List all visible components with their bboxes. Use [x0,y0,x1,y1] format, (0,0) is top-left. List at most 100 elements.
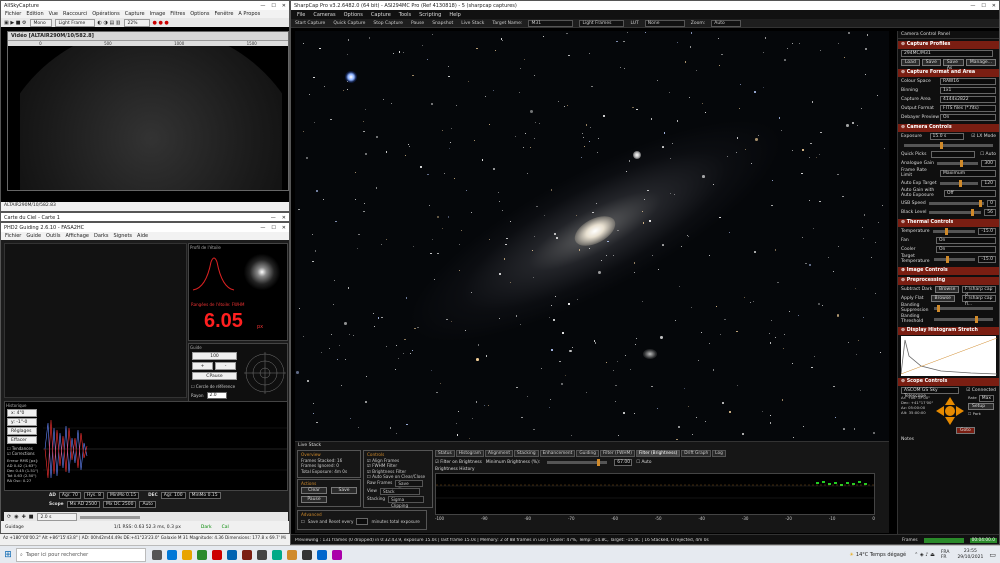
target-temp-slider[interactable] [934,256,976,263]
gain-slider[interactable] [936,160,979,167]
auto-exp-thumb[interactable] [959,180,962,187]
flat-file[interactable]: F:\sharp cap fl... [961,295,996,307]
menu-item[interactable]: Vue [49,11,58,17]
cdc-titlebar[interactable]: Carte du Ciel - Carte 1 — ✕ [1,213,289,221]
menu-item[interactable]: Options [344,12,363,18]
target-temp-thumb[interactable] [946,256,950,263]
loop-icon[interactable]: ⟳ [7,514,11,520]
menu-item[interactable]: Fenêtre [214,11,233,17]
taskbar-app-icon[interactable] [212,549,222,560]
temperature-slider[interactable] [932,228,976,235]
close-icon[interactable]: ✕ [282,3,286,9]
minimize-icon[interactable]: — [970,3,975,9]
menu-item[interactable]: Signets [113,233,132,239]
ls-tab[interactable]: Status [435,450,455,457]
black-input[interactable]: 56 [984,209,996,216]
toolbar-button[interactable]: Pause [411,21,424,26]
menu-item[interactable]: Aide [137,233,148,239]
min-brightness-input[interactable]: 67.00 [614,459,633,466]
park-checkbox[interactable]: ☐ Park [968,411,994,416]
taskbar-app-icon[interactable] [302,549,312,560]
guide-icon[interactable]: ✚ [22,514,26,520]
ls-save-button[interactable]: Save [331,487,357,494]
menu-item[interactable]: Raccourci [63,11,87,17]
image-controls-section[interactable]: ⊕ Image Controls [898,267,999,275]
auto-exp-input[interactable]: 120 [981,180,996,187]
gain-slider[interactable] [79,515,140,519]
menu-item[interactable]: File [297,12,305,18]
graph-settings-button[interactable]: Réglages [7,427,37,435]
usb-thumb[interactable] [978,200,982,207]
taskbar-app-icon[interactable] [287,549,297,560]
toolbar-button[interactable]: Stop Capture [373,21,403,26]
maximize-icon[interactable]: ☐ [271,3,275,9]
fan-select[interactable]: On [936,237,996,244]
ad-aggr[interactable]: Agr. 70 [58,492,81,499]
taskbar-app-icon[interactable] [317,549,327,560]
ls-clear-button[interactable]: Clear [301,487,327,494]
allsky-subwin-title[interactable]: Vidéo [ALTAIR290M/10/582.8] [8,32,288,40]
menu-item[interactable]: Darks [94,233,108,239]
ls-tab[interactable]: Enhancement [539,450,576,457]
min-brightness-thumb[interactable] [597,459,601,466]
move-n-icon[interactable] [945,397,955,405]
profile-button[interactable]: Manage... [965,59,996,66]
ls-tab[interactable]: Guiding [576,450,599,457]
camera-icon[interactable]: ◉ [14,514,18,520]
target-input[interactable]: M31 [528,19,574,27]
auto-checkbox[interactable]: ☐ Auto [636,460,651,465]
move-e-icon[interactable] [956,406,964,416]
menu-item[interactable]: Options [190,11,209,17]
taskbar-app-icon[interactable] [167,549,177,560]
ref-circle-checkbox[interactable]: ☐ Cercle de référence [191,384,235,389]
setup-button[interactable]: Setup [968,403,995,410]
taskbar-app-icon[interactable] [332,549,342,560]
close-icon[interactable]: ✕ [992,3,996,9]
format-select[interactable]: RAW16 [940,78,996,85]
preprocessing-section[interactable]: ⊖ Preprocessing [898,277,999,285]
zoom-select[interactable]: 22% [123,18,150,27]
capture-profiles-section[interactable]: ⊖ Capture Profiles [898,41,999,49]
ls-tab[interactable]: Drift Graph [681,450,712,457]
black-slider[interactable] [929,209,982,216]
menu-item[interactable]: A Propos [238,11,260,17]
capture-format-section[interactable]: ⊖ Capture Format and Area [898,69,999,77]
exposure-slider[interactable] [904,142,993,149]
frame-rate-select[interactable]: Maximum [940,170,996,177]
save-reset-checkbox[interactable]: ☐ [301,519,305,524]
zoom-select[interactable]: Auto [711,19,742,27]
dark-browse-button[interactable]: Browse [934,286,960,293]
guide-east-button[interactable]: - [215,362,236,370]
quick-picks-select[interactable] [931,151,976,158]
menu-item[interactable]: Capture [371,12,391,18]
lang-indicator[interactable]: FRA FR [941,550,950,560]
profile-button[interactable]: Save As [942,59,964,71]
auto-gain-select[interactable]: Off [944,190,996,197]
connected-checkbox[interactable]: ☑ Connected [966,388,996,393]
menu-item[interactable]: Help [449,12,460,18]
min-brightness-slider[interactable] [547,459,608,466]
close-icon[interactable]: ✕ [282,225,286,231]
ls-tab[interactable]: Stacking [514,450,539,457]
usb-slider[interactable] [928,200,985,207]
format-select[interactable]: FITS files (*.fits) [940,105,996,112]
toolbar-icons-2[interactable]: ◐ ◑ ▤ ▥ [98,20,121,26]
menu-item[interactable]: Fichier [5,233,21,239]
sc-titlebar[interactable]: SharpCap Pro v3.2.6482.0 (64 bit) - ASI2… [291,1,999,10]
flat-browse-button[interactable]: Browse [930,295,955,302]
scope-auto[interactable]: Auto [139,501,156,508]
graph-y-scale[interactable]: y: -1"-0 [7,418,37,426]
toolbar-icons-3[interactable]: ● ● ● [153,20,169,26]
format-select[interactable]: On [940,114,996,121]
move-s-icon[interactable] [945,417,955,425]
auto-exp-slider[interactable] [939,180,979,187]
close-icon[interactable]: ✕ [282,215,286,221]
menu-item[interactable]: Scripting [419,12,441,18]
scope-max-dec[interactable]: Mx DC 2500 [103,501,137,508]
exposure-input[interactable]: 15.0 s [929,133,964,140]
taskbar-app-icon[interactable] [257,549,267,560]
radius-input[interactable]: 2.0 [206,392,227,399]
banding-supp-thumb[interactable] [936,305,940,312]
minimize-icon[interactable]: — [260,3,265,9]
stop-icon[interactable]: ■ [29,514,34,520]
